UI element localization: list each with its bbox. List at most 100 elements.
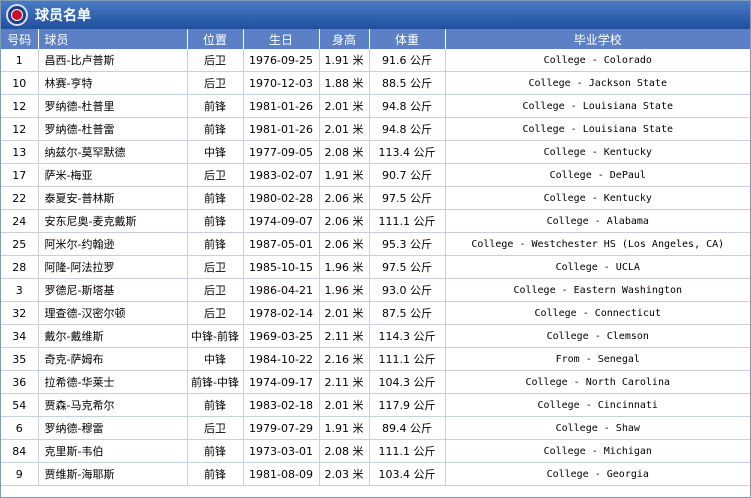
cell-player-name: 阿隆-阿法拉罗 (38, 255, 188, 279)
cell-position: 后卫 (187, 71, 244, 95)
cell-player-name: 昌西-比卢普斯 (38, 49, 188, 72)
cell-weight: 88.5 公斤 (369, 71, 446, 95)
cell-birthday: 1983-02-07 (243, 163, 320, 187)
cell-player-name: 林赛-亨特 (38, 71, 188, 95)
table-row: 36 拉希德-华莱士 前锋-中锋 1974-09-17 2.11 米 104.3 公斤 Co… (1, 370, 750, 394)
cell-height: 2.11 米 (319, 324, 370, 348)
roster-panel: 球员名单 号码 球员 位置 生日 身高 体重 毕业学校 1 昌西-比卢普斯 后卫 19… (0, 0, 751, 498)
cell-birthday: 1981-01-26 (243, 117, 320, 141)
cell-position: 前锋 (187, 94, 244, 118)
cell-school: College - Clemson (445, 324, 750, 348)
cell-weight: 114.3 公斤 (369, 324, 446, 348)
cell-position: 前锋-中锋 (187, 370, 244, 394)
cell-birthday: 1979-07-29 (243, 416, 320, 440)
cell-height: 2.01 米 (319, 301, 370, 325)
cell-position: 前锋 (187, 462, 244, 486)
cell-player-name: 罗纳德-杜普里 (38, 94, 188, 118)
cell-player-name: 罗纳德-杜普雷 (38, 117, 188, 141)
cell-school: College - Louisiana State (445, 94, 750, 118)
cell-birthday: 1983-02-18 (243, 393, 320, 417)
cell-number: 84 (1, 439, 39, 463)
cell-weight: 111.1 公斤 (369, 439, 446, 463)
cell-height: 2.01 米 (319, 393, 370, 417)
cell-birthday: 1970-12-03 (243, 71, 320, 95)
cell-position: 前锋 (187, 186, 244, 210)
cell-player-name: 克里斯-韦伯 (38, 439, 188, 463)
cell-height: 2.08 米 (319, 439, 370, 463)
cell-birthday: 1980-02-28 (243, 186, 320, 210)
title-bar: 球员名单 (1, 1, 750, 29)
table-row: 10 林赛-亨特 后卫 1970-12-03 1.88 米 88.5 公斤 College … (1, 71, 750, 95)
table-row: 84 克里斯-韦伯 前锋 1973-03-01 2.08 米 111.1 公斤 Colleg… (1, 439, 750, 463)
table-row: 22 泰夏安-普林斯 前锋 1980-02-28 2.06 米 97.5 公斤 Colleg… (1, 186, 750, 210)
cell-school: College - Michigan (445, 439, 750, 463)
cell-school: College - Louisiana State (445, 117, 750, 141)
cell-player-name: 理查德-汉密尔顿 (38, 301, 188, 325)
cell-weight: 89.4 公斤 (369, 416, 446, 440)
cell-birthday: 1978-02-14 (243, 301, 320, 325)
table-row: 28 阿隆-阿法拉罗 后卫 1985-10-15 1.96 米 97.5 公斤 Colleg… (1, 255, 750, 279)
cell-player-name: 罗德尼-斯塔基 (38, 278, 188, 302)
cell-birthday: 1981-08-09 (243, 462, 320, 486)
cell-position: 后卫 (187, 278, 244, 302)
cell-number: 3 (1, 278, 39, 302)
cell-position: 前锋 (187, 232, 244, 256)
cell-position: 后卫 (187, 163, 244, 187)
header-position: 位置 (187, 29, 244, 49)
cell-weight: 90.7 公斤 (369, 163, 446, 187)
cell-height: 2.01 米 (319, 94, 370, 118)
cell-position: 中锋 (187, 347, 244, 371)
cell-position: 前锋 (187, 439, 244, 463)
cell-height: 2.11 米 (319, 370, 370, 394)
cell-position: 后卫 (187, 416, 244, 440)
cell-birthday: 1986-04-21 (243, 278, 320, 302)
table-row: 32 理查德-汉密尔顿 后卫 1978-02-14 2.01 米 87.5 公斤 Colle… (1, 301, 750, 325)
header-birthday: 生日 (243, 29, 320, 49)
cell-height: 2.06 米 (319, 186, 370, 210)
cell-player-name: 罗纳德-穆雷 (38, 416, 188, 440)
cell-school: College - DePaul (445, 163, 750, 187)
cell-school: College - Colorado (445, 49, 750, 72)
table-row: 35 奇克-萨姆布 中锋 1984-10-22 2.16 米 111.1 公斤 From -… (1, 347, 750, 371)
cell-school: College - Alabama (445, 209, 750, 233)
header-weight: 体重 (369, 29, 446, 49)
cell-birthday: 1974-09-07 (243, 209, 320, 233)
cell-weight: 95.3 公斤 (369, 232, 446, 256)
cell-number: 17 (1, 163, 39, 187)
cell-height: 2.06 米 (319, 209, 370, 233)
cell-school: College - Eastern Washington (445, 278, 750, 302)
cell-number: 25 (1, 232, 39, 256)
cell-birthday: 1985-10-15 (243, 255, 320, 279)
cell-school: College - Westchester HS (Los Angeles, C… (445, 232, 750, 256)
cell-number: 36 (1, 370, 39, 394)
table-row: 13 纳兹尔-莫罕默德 中锋 1977-09-05 2.08 米 113.4 公斤 Coll… (1, 140, 750, 164)
cell-number: 1 (1, 49, 39, 72)
cell-height: 2.08 米 (319, 140, 370, 164)
cell-school: College - Kentucky (445, 186, 750, 210)
cell-number: 28 (1, 255, 39, 279)
cell-number: 34 (1, 324, 39, 348)
cell-position: 前锋 (187, 117, 244, 141)
cell-player-name: 安东尼奥-麦克戴斯 (38, 209, 188, 233)
cell-weight: 94.8 公斤 (369, 94, 446, 118)
table-row: 34 戴尔-戴维斯 中锋-前锋 1969-03-25 2.11 米 114.3 公斤 Col… (1, 324, 750, 348)
cell-position: 前锋 (187, 209, 244, 233)
cell-weight: 97.5 公斤 (369, 255, 446, 279)
table-row: 25 阿米尔-约翰逊 前锋 1987-05-01 2.06 米 95.3 公斤 Colleg… (1, 232, 750, 256)
cell-weight: 111.1 公斤 (369, 209, 446, 233)
cell-school: College - UCLA (445, 255, 750, 279)
header-school: 毕业学校 (445, 29, 750, 49)
cell-player-name: 萨米-梅亚 (38, 163, 188, 187)
cell-school: From - Senegal (445, 347, 750, 371)
roster-table: 号码 球员 位置 生日 身高 体重 毕业学校 1 昌西-比卢普斯 后卫 1976-09… (1, 29, 750, 486)
cell-weight: 117.9 公斤 (369, 393, 446, 417)
cell-weight: 87.5 公斤 (369, 301, 446, 325)
cell-height: 1.91 米 (319, 163, 370, 187)
cell-number: 22 (1, 186, 39, 210)
cell-number: 12 (1, 94, 39, 118)
table-row: 54 贾森-马克希尔 前锋 1983-02-18 2.01 米 117.9 公斤 Colle… (1, 393, 750, 417)
table-row: 17 萨米-梅亚 后卫 1983-02-07 1.91 米 90.7 公斤 College … (1, 163, 750, 187)
cell-weight: 104.3 公斤 (369, 370, 446, 394)
cell-height: 1.88 米 (319, 71, 370, 95)
cell-birthday: 1976-09-25 (243, 49, 320, 72)
